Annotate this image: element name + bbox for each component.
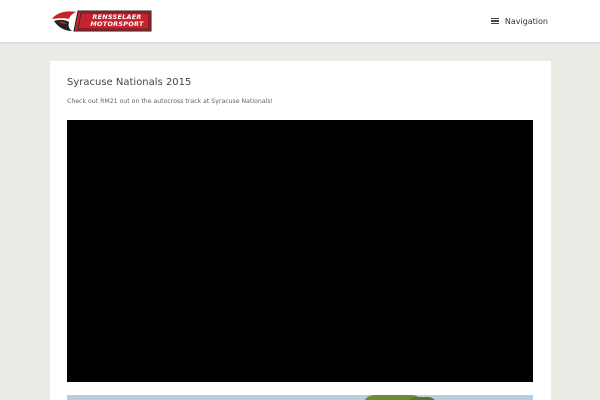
post-excerpt: Check out RM21 out on the autocross trac… — [67, 98, 274, 105]
navigation-label: Navigation — [504, 16, 548, 26]
rensselaer-motorsport-logo[interactable]: RENSSELAER MOTORSPORT — [52, 10, 152, 32]
site-header: RENSSELAER MOTORSPORT Navigation — [0, 0, 600, 43]
post-title[interactable]: Syracuse Nationals 2015 — [67, 77, 191, 88]
logo-wordmark: RENSSELAER MOTORSPORT — [84, 12, 150, 30]
video-player[interactable] — [67, 120, 533, 382]
navigation-toggle[interactable]: Navigation — [490, 14, 548, 28]
post-card: Syracuse Nationals 2015 Check out RM21 o… — [50, 61, 551, 400]
post-photo — [67, 395, 533, 400]
logo-line-2: MOTORSPORT — [90, 20, 144, 28]
hamburger-menu-icon — [490, 17, 499, 25]
